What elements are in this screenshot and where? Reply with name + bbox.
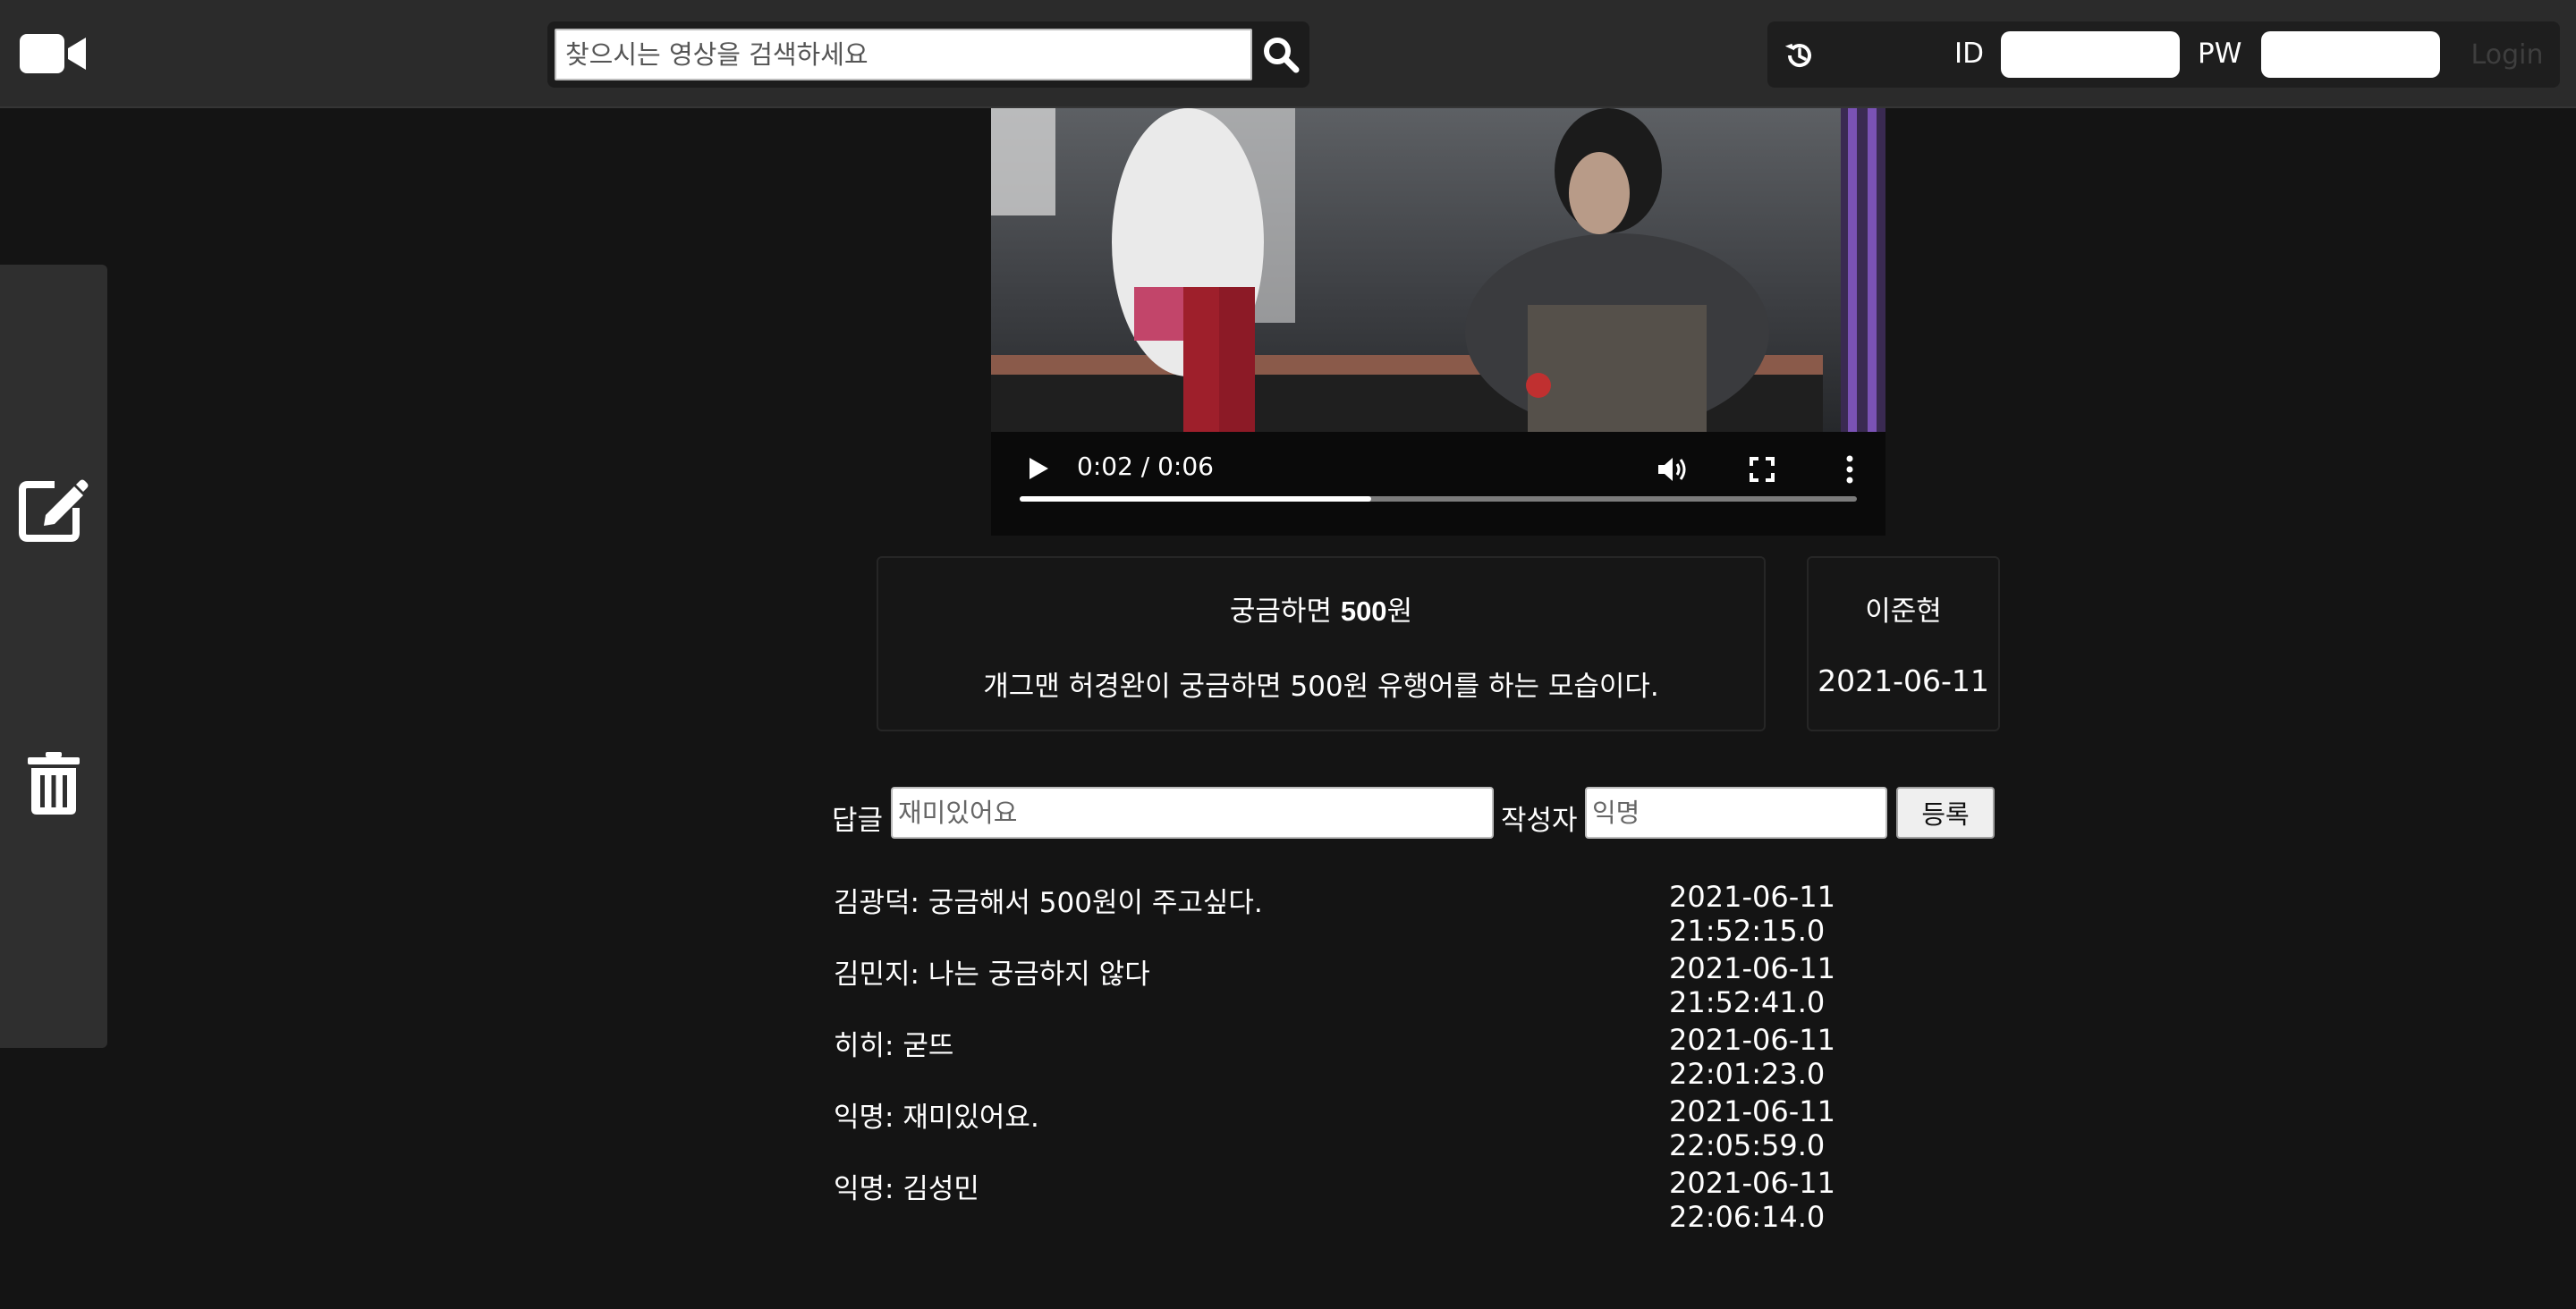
more-options-button[interactable] [1832,450,1868,489]
post-info: 궁금하면 500원 개그맨 허경완이 궁금하면 500원 유행어를 하는 모습이… [877,556,1766,731]
search-icon [1261,35,1301,74]
delete-button[interactable] [23,747,84,819]
pw-input[interactable] [2261,31,2440,78]
edit-icon [19,476,89,542]
comment-text: 익명: 김성민 [834,1173,979,1205]
comment-time: 2021-06-11 21:52:41.0 [1669,951,1835,1019]
list-item: 김민지: 나는 궁금하지 않다 2021-06-11 21:52:41.0 [834,951,1970,1023]
comment-text: 김민지: 나는 궁금하지 않다 [834,959,1150,991]
comment-text: 익명: 재미있어요. [834,1102,1039,1134]
submit-comment-button[interactable]: 등록 [1896,787,1995,839]
writer-label: 작성자 [1501,805,1578,837]
list-item: 김광덕: 궁금해서 500원이 주고싶다. 2021-06-11 21:52:1… [834,880,1970,951]
login-button[interactable]: Login [2465,32,2549,77]
post-title-suffix: 원 [1386,595,1413,628]
post-author: 이준현 [1865,595,1942,628]
volume-icon [1657,455,1689,484]
video-camera-icon[interactable] [20,32,88,75]
search-button[interactable] [1256,29,1306,80]
comment-time: 2021-06-11 22:01:23.0 [1669,1023,1835,1091]
video-time: 0:02 / 0:06 [1077,452,1214,481]
comment-time: 2021-06-11 22:05:59.0 [1669,1094,1835,1162]
sidebar [0,265,107,1048]
top-bar: ID PW Login [0,0,2576,108]
seek-bar[interactable] [1020,496,1857,502]
video-controls: 0:02 / 0:06 [991,432,1885,536]
post-meta: 이준현 2021-06-11 [1807,556,2000,731]
id-label: ID [1954,38,1985,70]
list-item: 히히: 굳뜨 2021-06-11 22:01:23.0 [834,1023,1970,1094]
id-input[interactable] [2001,31,2180,78]
pw-label: PW [2198,38,2242,70]
more-icon [1845,455,1854,484]
comment-text: 김광덕: 궁금해서 500원이 주고싶다. [834,887,1263,919]
login-panel: ID PW Login [1767,21,2560,88]
comment-list: 김광덕: 궁금해서 500원이 주고싶다. 2021-06-11 21:52:1… [834,880,1970,1237]
trash-icon [28,752,80,815]
comment-text: 히히: 굳뜨 [834,1030,954,1062]
comment-time: 2021-06-11 22:06:14.0 [1669,1166,1835,1234]
post-description: 개그맨 허경완이 궁금하면 500원 유행어를 하는 모습이다. [983,671,1659,703]
list-item: 익명: 김성민 2021-06-11 22:06:14.0 [834,1166,1970,1237]
play-icon [1028,457,1049,480]
video-player[interactable]: 0:02 / 0:06 [991,108,1885,536]
reply-input[interactable] [891,787,1494,839]
history-icon [1784,39,1816,72]
fullscreen-button[interactable] [1744,452,1780,487]
video-still-image [991,108,1885,432]
post-title-bold: 500 [1340,595,1387,627]
list-item: 익명: 재미있어요. 2021-06-11 22:05:59.0 [834,1094,1970,1166]
fullscreen-icon [1750,457,1775,482]
edit-button[interactable] [18,475,89,543]
post-title-prefix: 궁금하면 [1229,595,1341,628]
seek-bar-progress [1020,496,1372,502]
search-bar [547,21,1309,88]
video-frame[interactable] [991,108,1885,432]
comment-form: 답글 작성자 등록 [832,787,1995,840]
post-date: 2021-06-11 [1818,663,1989,698]
play-button[interactable] [1023,453,1054,484]
volume-button[interactable] [1655,452,1690,487]
reply-label: 답글 [832,805,884,837]
history-button[interactable] [1778,34,1821,77]
search-input[interactable] [555,29,1252,80]
comment-time: 2021-06-11 21:52:15.0 [1669,880,1835,948]
post-title: 궁금하면 500원 [878,588,1764,629]
writer-input[interactable] [1585,787,1887,839]
